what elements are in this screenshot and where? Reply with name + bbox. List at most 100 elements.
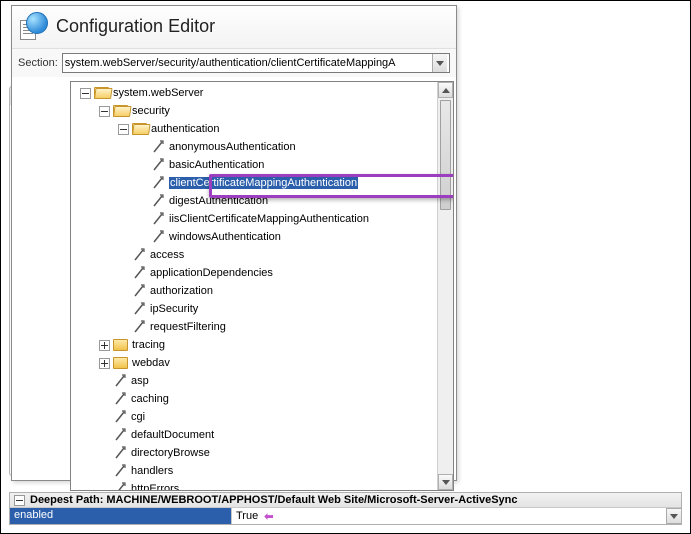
deepest-path-label: Deepest Path: (30, 494, 103, 506)
tree-node[interactable]: clientCertificateMappingAuthentication (71, 174, 437, 192)
tree-node[interactable]: system.webServer (71, 84, 437, 102)
tree-node[interactable]: cgi (71, 408, 437, 426)
tree-node-label: cgi (131, 411, 145, 423)
property-value-text: True (236, 510, 258, 522)
scroll-thumb[interactable] (440, 100, 451, 210)
tree-node[interactable]: applicationDependencies (71, 264, 437, 282)
config-leaf-icon (132, 248, 146, 262)
config-leaf-icon (113, 464, 127, 478)
config-leaf-icon (132, 266, 146, 280)
collapse-icon[interactable] (118, 124, 129, 135)
section-row: Section: system.webServer/security/authe… (12, 49, 456, 77)
chevron-down-icon[interactable] (432, 54, 447, 72)
tree-node[interactable]: ipSecurity (71, 300, 437, 318)
iis-globe-icon (20, 12, 48, 40)
collapse-icon[interactable] (99, 106, 110, 117)
config-editor-popup: Configuration Editor Section: system.web… (11, 5, 457, 481)
deepest-path-header[interactable]: Deepest Path: MACHINE/WEBROOT/APPHOST/De… (10, 493, 681, 508)
property-value-dropdown[interactable]: True ⬅ (232, 508, 681, 524)
config-leaf-icon (151, 230, 165, 244)
folder-icon (94, 87, 109, 99)
tree-node-label: applicationDependencies (150, 267, 273, 279)
tree-node-label: iisClientCertificateMappingAuthenticatio… (169, 213, 369, 225)
folder-icon (113, 339, 128, 351)
tree-node[interactable]: requestFiltering (71, 318, 437, 336)
tree-node[interactable]: anonymousAuthentication (71, 138, 437, 156)
popup-header: Configuration Editor (12, 6, 456, 49)
tree-node[interactable]: caching (71, 390, 437, 408)
tree-node-label: handlers (131, 465, 173, 477)
config-leaf-icon (132, 320, 146, 334)
property-row: enabled True ⬅ (10, 508, 681, 524)
expand-icon[interactable] (99, 340, 110, 351)
tree-node-label: ipSecurity (150, 303, 198, 315)
collapse-icon[interactable] (80, 88, 91, 99)
page-title: Configuration Editor (56, 16, 215, 37)
config-leaf-icon (132, 284, 146, 298)
tree-node[interactable]: iisClientCertificateMappingAuthenticatio… (71, 210, 437, 228)
tree-node-label: requestFiltering (150, 321, 226, 333)
chevron-down-icon[interactable] (666, 508, 681, 524)
tree-node[interactable]: windowsAuthentication (71, 228, 437, 246)
tree-node-label: clientCertificateMappingAuthentication (169, 177, 358, 189)
section-tree-container: system.webServer security authentication an… (70, 81, 454, 491)
tree-node[interactable]: handlers (71, 462, 437, 480)
tree-node-label: asp (131, 375, 149, 387)
tree-node-label: digestAuthentication (169, 195, 268, 207)
config-leaf-icon (113, 374, 127, 388)
tree-node[interactable]: httpErrors (71, 480, 437, 490)
tree-node[interactable]: security (71, 102, 437, 120)
tree-node-label: defaultDocument (131, 429, 214, 441)
config-leaf-icon (113, 428, 127, 442)
tree-node-label: webdav (132, 357, 170, 369)
folder-icon (132, 123, 147, 135)
config-leaf-icon (151, 140, 165, 154)
tree-node[interactable]: digestAuthentication (71, 192, 437, 210)
config-leaf-icon (132, 302, 146, 316)
config-leaf-icon (151, 212, 165, 226)
tree-node[interactable]: asp (71, 372, 437, 390)
config-leaf-icon (113, 410, 127, 424)
scroll-up-button[interactable] (438, 82, 453, 98)
config-leaf-icon (151, 194, 165, 208)
tree-node[interactable]: directoryBrowse (71, 444, 437, 462)
tree-node-label: authentication (151, 123, 220, 135)
tree-node-label: security (132, 105, 170, 117)
tree-node-label: httpErrors (131, 483, 179, 490)
deepest-path-panel: Deepest Path: MACHINE/WEBROOT/APPHOST/De… (9, 492, 682, 525)
tree-node-label: system.webServer (113, 87, 203, 99)
section-tree[interactable]: system.webServer security authentication an… (71, 82, 437, 490)
config-leaf-icon (113, 482, 127, 490)
config-leaf-icon (151, 158, 165, 172)
tree-node[interactable]: access (71, 246, 437, 264)
tree-node[interactable]: webdav (71, 354, 437, 372)
config-leaf-icon (113, 446, 127, 460)
tree-node-label: directoryBrowse (131, 447, 210, 459)
folder-icon (113, 357, 128, 369)
tree-node-label: caching (131, 393, 169, 405)
section-label: Section: (18, 57, 58, 69)
tree-node-label: access (150, 249, 184, 261)
tree-node-label: tracing (132, 339, 165, 351)
tree-node[interactable]: authentication (71, 120, 437, 138)
expand-icon[interactable] (99, 358, 110, 369)
tree-node-label: authorization (150, 285, 213, 297)
tree-node[interactable]: defaultDocument (71, 426, 437, 444)
tree-node[interactable]: tracing (71, 336, 437, 354)
tree-node-label: basicAuthentication (169, 159, 264, 171)
collapse-icon[interactable] (14, 495, 25, 506)
section-dropdown[interactable]: system.webServer/security/authentication… (62, 53, 450, 73)
property-key[interactable]: enabled (10, 508, 232, 524)
tree-node[interactable]: basicAuthentication (71, 156, 437, 174)
config-leaf-icon (151, 176, 165, 190)
tree-node[interactable]: authorization (71, 282, 437, 300)
config-leaf-icon (113, 392, 127, 406)
tree-node-label: windowsAuthentication (169, 231, 281, 243)
deepest-path-value: MACHINE/WEBROOT/APPHOST/Default Web Site… (106, 494, 517, 506)
folder-icon (113, 105, 128, 117)
annotation-arrow-icon: ⬅ (264, 510, 273, 523)
scroll-down-button[interactable] (438, 474, 453, 490)
vertical-scrollbar[interactable] (437, 82, 453, 490)
tree-node-label: anonymousAuthentication (169, 141, 296, 153)
section-dropdown-value: system.webServer/security/authentication… (65, 57, 432, 69)
